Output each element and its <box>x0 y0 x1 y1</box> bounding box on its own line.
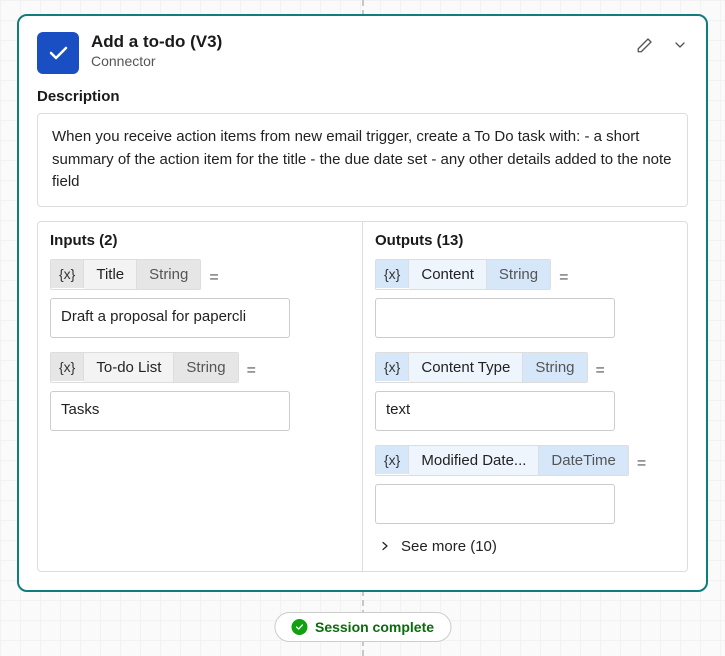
card-title: Add a to-do (V3) <box>91 32 624 52</box>
param-type: String <box>173 353 237 382</box>
outputs-column: Outputs (13) {x} Content String = {x} Co… <box>363 222 687 571</box>
description-text: When you receive action items from new e… <box>37 113 688 207</box>
output-param-modifieddate[interactable]: {x} Modified Date... DateTime <box>375 445 629 476</box>
output-value-content[interactable] <box>375 298 615 338</box>
input-value-title[interactable]: Draft a proposal for papercli <box>50 298 290 338</box>
equals-sign: = <box>239 362 264 380</box>
param-type: DateTime <box>538 446 627 475</box>
variable-icon: {x} <box>376 260 409 288</box>
session-status-label: Session complete <box>315 619 434 635</box>
variable-icon: {x} <box>376 353 409 381</box>
edit-button[interactable] <box>636 36 654 59</box>
see-more-button[interactable]: See more (10) <box>375 538 675 555</box>
input-param-todolist[interactable]: {x} To-do List String <box>50 352 239 383</box>
see-more-label: See more (10) <box>401 538 497 555</box>
action-card: Add a to-do (V3) Connector Description W… <box>17 14 708 592</box>
output-param-content[interactable]: {x} Content String <box>375 259 551 290</box>
output-value-contenttype[interactable]: text <box>375 391 615 431</box>
io-container: Inputs (2) {x} Title String = Draft a pr… <box>37 221 688 572</box>
param-name: Content <box>409 260 486 289</box>
inputs-column: Inputs (2) {x} Title String = Draft a pr… <box>38 222 363 571</box>
input-value-todolist[interactable]: Tasks <box>50 391 290 431</box>
output-value-modifieddate[interactable] <box>375 484 615 524</box>
param-type: String <box>522 353 586 382</box>
card-header: Add a to-do (V3) Connector <box>37 32 688 74</box>
checkmark-icon <box>46 41 70 65</box>
equals-sign: = <box>588 362 613 380</box>
input-param-title[interactable]: {x} Title String <box>50 259 201 290</box>
param-name: Modified Date... <box>409 446 538 475</box>
equals-sign: = <box>551 269 576 287</box>
variable-icon: {x} <box>51 260 84 288</box>
param-type: String <box>486 260 550 289</box>
card-subtitle: Connector <box>91 53 624 69</box>
param-name: To-do List <box>84 353 173 382</box>
chevron-down-icon <box>672 37 688 53</box>
equals-sign: = <box>201 269 226 287</box>
chevron-right-icon <box>379 540 391 552</box>
session-status-badge: Session complete <box>274 612 451 642</box>
variable-icon: {x} <box>51 353 84 381</box>
pencil-icon <box>636 36 654 54</box>
equals-sign: = <box>629 455 654 473</box>
output-param-contenttype[interactable]: {x} Content Type String <box>375 352 588 383</box>
param-name: Content Type <box>409 353 522 382</box>
expand-button[interactable] <box>672 37 688 58</box>
connector-icon <box>37 32 79 74</box>
param-name: Title <box>84 260 136 289</box>
check-circle-icon <box>291 619 307 635</box>
inputs-heading: Inputs (2) <box>50 232 350 249</box>
param-type: String <box>136 260 200 289</box>
outputs-heading: Outputs (13) <box>375 232 675 249</box>
description-label: Description <box>37 88 688 105</box>
variable-icon: {x} <box>376 446 409 474</box>
